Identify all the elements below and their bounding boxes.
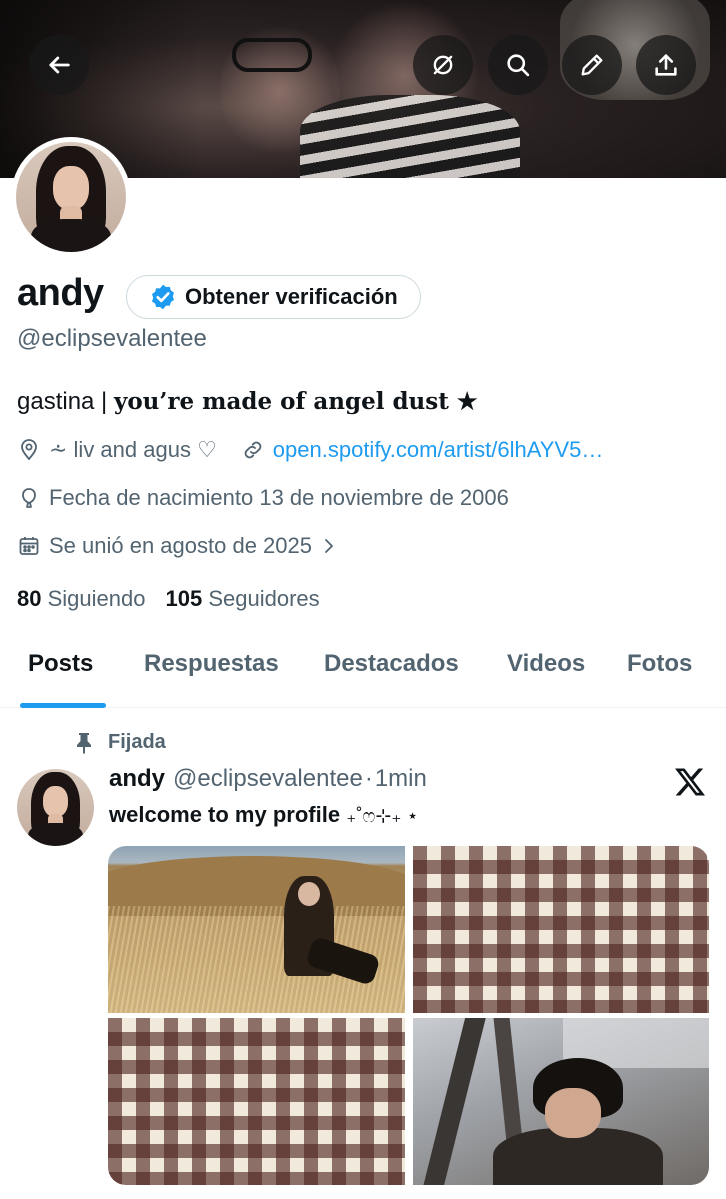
- arrow-left-icon: [49, 56, 70, 74]
- post-header: andy @eclipsevalentee · 1min: [109, 765, 427, 793]
- post-author-name[interactable]: andy: [109, 765, 165, 793]
- location-text: ⩪ liv and agus ♡: [49, 437, 217, 462]
- hide-icon: [433, 55, 453, 75]
- followers-label: Seguidores: [208, 586, 320, 611]
- post-separator: ·: [364, 765, 373, 792]
- website-link[interactable]: open.spotify.com/artist/6lhAYV5…: [273, 437, 604, 463]
- location-pin-icon: [21, 439, 37, 461]
- get-verified-label: Obtener verificación: [185, 284, 398, 309]
- post-image-3[interactable]: [108, 1018, 405, 1185]
- search-button[interactable]: [488, 35, 548, 95]
- post-image-2[interactable]: [413, 846, 709, 1013]
- post-media-grid: [108, 846, 709, 1185]
- balloon-icon: [22, 488, 36, 508]
- verified-badge-icon: [152, 284, 174, 310]
- joined-text: Se unió en agosto de 2025: [49, 533, 313, 558]
- tab-highlights[interactable]: Destacados: [324, 650, 459, 678]
- profile-tabs: Posts Respuestas Destacados Videos Fotos: [0, 630, 726, 708]
- tab-replies[interactable]: Respuestas: [144, 650, 279, 678]
- tab-photos[interactable]: Fotos: [627, 650, 692, 678]
- follow-stats: 80 Siguiendo 105 Seguidores: [17, 586, 320, 612]
- post-text-main: welcome to my profile: [109, 802, 341, 827]
- profile-name: andy: [17, 272, 104, 314]
- calendar-icon: [19, 537, 39, 555]
- edit-icon: [581, 54, 603, 76]
- profile-avatar[interactable]: [11, 137, 131, 257]
- following-link[interactable]: 80 Siguiendo: [17, 586, 145, 612]
- profile-birthday: Fecha de nacimiento 13 de noviembre de 2…: [17, 485, 509, 511]
- post-text-deco: ₊˚ෆ⊹₊ ⋆: [346, 806, 419, 827]
- followers-count: 105: [165, 586, 203, 611]
- tab-posts[interactable]: Posts: [28, 650, 93, 678]
- search-icon: [507, 54, 530, 77]
- post-author-handle[interactable]: @eclipsevalentee: [173, 765, 363, 793]
- followers-link[interactable]: 105 Seguidores: [165, 586, 319, 612]
- bio-text: gastina |: [17, 388, 114, 415]
- bio-styled-text: you’re made of angel dust ★: [113, 388, 478, 415]
- edit-button[interactable]: [562, 35, 622, 95]
- post-image-1[interactable]: [108, 846, 405, 1013]
- profile-handle: @eclipsevalentee: [17, 325, 207, 352]
- chevron-right-icon: [325, 539, 333, 553]
- hide-button[interactable]: [413, 35, 473, 95]
- profile-bio: gastina | you’re made of angel dust ★: [17, 388, 477, 416]
- post-author-avatar[interactable]: [17, 769, 94, 846]
- post-time[interactable]: 1min: [375, 765, 427, 793]
- share-button[interactable]: [636, 35, 696, 95]
- share-icon: [655, 54, 677, 76]
- profile-location: ⩪ liv and agus ♡ open.spotify.com/artist…: [17, 437, 603, 463]
- following-label: Siguiendo: [47, 586, 146, 611]
- pinned-indicator: Fijada: [74, 731, 166, 754]
- profile-joined[interactable]: Se unió en agosto de 2025: [17, 533, 346, 559]
- pin-icon: [77, 732, 91, 754]
- x-logo-icon[interactable]: [672, 764, 708, 800]
- back-button[interactable]: [29, 35, 89, 95]
- birthday-text: Fecha de nacimiento 13 de noviembre de 2…: [49, 485, 509, 510]
- tab-videos[interactable]: Videos: [507, 650, 585, 678]
- get-verified-button[interactable]: Obtener verificación: [126, 275, 421, 319]
- post-text: welcome to my profile ₊˚ෆ⊹₊ ⋆: [109, 802, 419, 828]
- post-image-4[interactable]: [413, 1018, 709, 1185]
- link-icon: [244, 441, 262, 459]
- active-tab-indicator: [20, 703, 106, 708]
- following-count: 80: [17, 586, 42, 611]
- pinned-label: Fijada: [108, 731, 166, 753]
